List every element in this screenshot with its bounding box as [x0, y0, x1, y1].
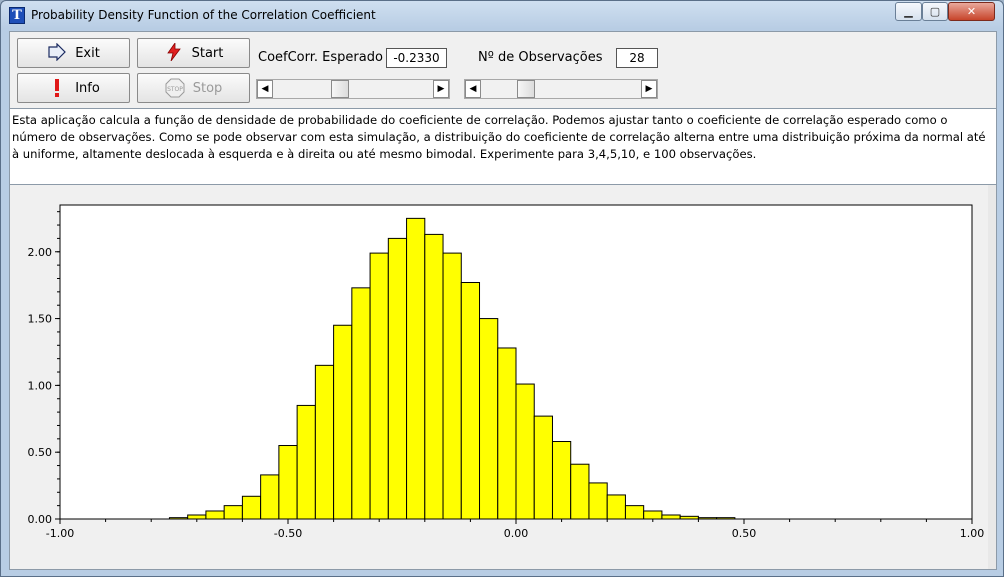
x-tick-label: 0.00	[504, 527, 529, 540]
x-axis: -1.00 -0.50 0.00 0.50 1.00	[46, 519, 984, 540]
x-tick-label: -0.50	[274, 527, 302, 540]
histogram-bar	[406, 217, 426, 520]
minimize-icon: ▁	[904, 5, 913, 18]
coefcorr-slider-thumb[interactable]	[331, 80, 349, 98]
x-tick-label: 1.00	[960, 527, 985, 540]
coefcorr-label: CoefCorr. Esperado	[258, 50, 383, 65]
maximize-button[interactable]: ▢	[922, 2, 948, 21]
histogram-bar	[187, 514, 207, 520]
histogram-bar	[387, 237, 408, 520]
histogram-bar	[223, 505, 243, 520]
histogram-bar	[515, 383, 535, 520]
scroll-right-arrow-icon[interactable]: ▶	[433, 80, 449, 98]
observations-value: 28	[616, 48, 658, 68]
histogram-bar	[369, 252, 389, 520]
exit-arrow-icon	[47, 42, 67, 63]
client-area: Exit Start Info STOP Stop CoefCorr. Espe…	[9, 31, 997, 570]
y-tick-label: 1.50	[28, 313, 53, 326]
histogram-bar	[588, 482, 608, 520]
histogram-bar	[460, 281, 481, 520]
scroll-left-arrow-icon[interactable]: ◀	[257, 80, 273, 98]
description-text: Esta aplicação calcula a função de densi…	[10, 108, 996, 185]
histogram-bar	[661, 514, 681, 520]
stop-button[interactable]: STOP Stop	[137, 73, 250, 103]
observations-slider-thumb[interactable]	[517, 80, 535, 98]
info-button[interactable]: Info	[17, 73, 130, 103]
scroll-left-arrow-icon[interactable]: ◀	[465, 80, 481, 98]
histogram-bar	[296, 404, 316, 520]
exclamation-icon	[47, 78, 67, 98]
histogram-bar	[241, 495, 262, 520]
y-tick-label: 1.00	[28, 379, 53, 392]
start-label: Start	[191, 45, 224, 61]
histogram-bar	[314, 364, 335, 520]
start-button[interactable]: Start	[137, 38, 250, 68]
close-button[interactable]: ✕	[948, 2, 995, 21]
histogram-bar	[551, 441, 572, 520]
histogram-bar	[351, 287, 371, 520]
histogram-bar	[278, 445, 298, 520]
info-label: Info	[75, 80, 100, 96]
histogram-bar	[333, 324, 353, 520]
histogram-bar	[533, 415, 553, 520]
minimize-button[interactable]: ▁	[895, 2, 922, 21]
exit-button[interactable]: Exit	[17, 38, 130, 68]
histogram-bar	[624, 505, 645, 520]
histogram-bar	[424, 233, 444, 520]
histogram-bar	[442, 252, 462, 520]
y-tick-label: 2.00	[28, 246, 53, 259]
histogram-bar	[570, 463, 590, 520]
chart-panel: -1.00 -0.50 0.00 0.50 1.00 0.00 0.50 1.00 1.50 2…	[10, 185, 996, 569]
maximize-icon: ▢	[929, 5, 941, 18]
svg-text:STOP: STOP	[167, 86, 183, 93]
observations-label: Nº de Observações	[478, 50, 603, 65]
coefcorr-value: -0.2330	[386, 48, 447, 68]
y-tick-label: 0.00	[28, 513, 53, 526]
histogram-bar	[479, 318, 499, 520]
y-axis: 0.00 0.50 1.00 1.50 2.00	[28, 211, 60, 526]
app-icon: T	[9, 7, 25, 24]
histogram-bar	[205, 510, 225, 520]
lightning-icon	[164, 41, 184, 63]
x-tick-label: 0.50	[732, 527, 757, 540]
close-icon: ✕	[966, 5, 977, 18]
density-histogram: -1.00 -0.50 0.00 0.50 1.00 0.00 0.50 1.00 1.50 2…	[28, 204, 984, 540]
exit-label: Exit	[75, 45, 100, 61]
vertical-scrollbar[interactable]	[988, 185, 996, 569]
stop-label: Stop	[192, 80, 223, 96]
y-tick-label: 0.50	[28, 446, 53, 459]
window-title: Probability Density Function of the Corr…	[31, 8, 376, 22]
observations-slider[interactable]: ◀ ▶	[464, 79, 658, 99]
histogram-bar	[643, 510, 663, 520]
histogram-bar	[260, 474, 280, 520]
coefcorr-slider[interactable]: ◀ ▶	[256, 79, 450, 99]
title-bar[interactable]: T Probability Density Function of the Co…	[1, 1, 1003, 31]
app-window: T Probability Density Function of the Co…	[0, 0, 1004, 577]
scroll-right-arrow-icon[interactable]: ▶	[641, 80, 657, 98]
stop-sign-icon: STOP	[165, 78, 185, 98]
histogram-bar	[497, 347, 517, 520]
x-tick-label: -1.00	[46, 527, 74, 540]
histogram-bar	[606, 494, 626, 520]
